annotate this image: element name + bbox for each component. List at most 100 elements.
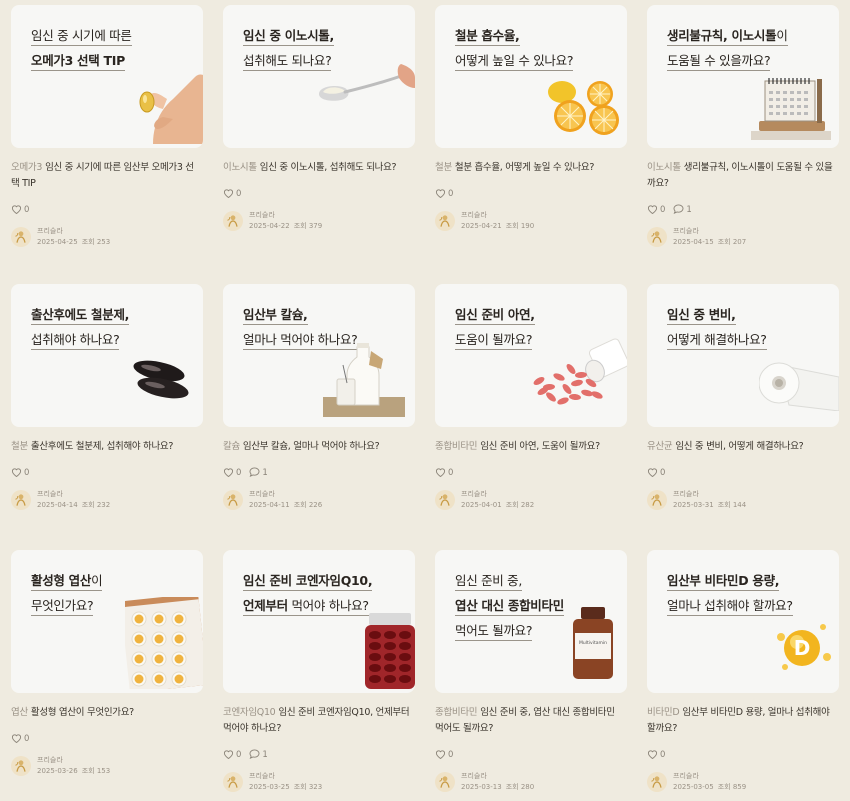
article-description[interactable]: 철분 철분 흡수율, 어떻게 높일 수 있나요? [435,160,627,176]
avatar [647,227,667,247]
author-name: 프리슬라 [461,490,487,498]
article-thumbnail[interactable]: 임신 중 시기에 따른 오메가3 선택 TIP [11,5,203,148]
heart-icon[interactable] [647,204,658,217]
thumbnail-title-line: 언제부터 먹어야 하나요? [243,593,372,618]
category-tag: 철분 [11,441,28,452]
article-description[interactable]: 코엔자임Q10 임신 준비 코엔자임Q10, 언제부터 먹어야 하나요? [223,705,415,737]
article-thumbnail[interactable]: 임신 준비 코엔자임Q10, 언제부터 먹어야 하나요? [223,550,415,693]
thumbnail-title-line: 임산부 칼슘, [243,302,357,327]
article-thumbnail[interactable]: 임산부 비타민D 용량, 얼마나 섭취해야 할까요? D [647,550,839,693]
heart-icon[interactable] [435,467,446,480]
svg-text:Multivitamin: Multivitamin [579,640,607,646]
like-count[interactable]: 0 [647,204,665,217]
views-label: 조회 [293,501,307,509]
like-count[interactable]: 0 [435,188,453,201]
article-card[interactable]: 임신 준비 중, 엽산 대신 종합비타민 먹어도 될까요? Multivitamin 종… [435,550,627,793]
article-description[interactable]: 이노시톨 임신 중 이노시톨, 섭취해도 되나요? [223,160,415,176]
article-thumbnail[interactable]: 임신 중 변비, 어떻게 해결하나요? [647,284,839,427]
thumbnail-title-line: 얼마나 섭취해야 할까요? [667,593,793,618]
article-card[interactable]: 임신 준비 코엔자임Q10, 언제부터 먹어야 하나요? 코엔자임Q10 임신 준비 … [223,550,415,793]
heart-icon[interactable] [223,188,234,201]
article-thumbnail[interactable]: 임산부 칼슘, 얼마나 먹어야 하나요? [223,284,415,427]
author-name: 프리슬라 [673,490,699,498]
article-card[interactable]: 임신 준비 아연, 도움이 될까요? 종합비타민 임신 준비 아연, 도움이 될까요?… [435,284,627,511]
article-description[interactable]: 엽산 활성형 엽산이 무엇인가요? [11,705,203,721]
views-label: 조회 [81,501,95,509]
article-card[interactable]: 생리불규칙, 이노시톨이 도움될 수 있을까요? 이노시톨 생리불규칙, 이노시톨이 … [647,5,839,248]
article-card[interactable]: 출산후에도 철분제, 섭취해야 하나요? 철분 출산후에도 철분제, 섭취해야 하나요… [11,284,203,511]
like-count[interactable]: 0 [11,204,29,217]
like-count[interactable]: 0 [223,188,241,201]
post-date: 2025-03-26 [37,767,78,775]
thumbnail-title: 임신 중 시기에 따른 오메가3 선택 TIP [31,23,132,73]
article-description[interactable]: 오메가3 임신 중 시기에 따른 임산부 오메가3 선택 TIP [11,160,203,192]
thumbnail-title-line: 활성형 엽산이 [31,568,103,593]
post-date: 2025-04-11 [249,501,290,509]
comment-count: 1 [673,203,692,217]
category-tag: 철분 [435,162,452,173]
like-count[interactable]: 0 [223,467,241,480]
heart-icon[interactable] [435,749,446,762]
author-info: 프리슬라 2025-04-22 조회 379 [249,210,322,232]
engagement-row: 01 [223,466,415,480]
thumbnail-title: 임산부 비타민D 용량, 얼마나 섭취해야 할까요? [667,568,793,618]
post-date: 2025-03-25 [249,783,290,791]
article-description[interactable]: 철분 출산후에도 철분제, 섭취해야 하나요? [11,439,203,455]
post-date: 2025-03-31 [673,501,714,509]
thumbnail-title-line: 도움될 수 있을까요? [667,48,788,73]
avatar [11,756,31,776]
heart-icon[interactable] [223,467,234,480]
thumbnail-title-line: 임산부 비타민D 용량, [667,568,793,593]
toilet-paper-roll-image [758,357,839,415]
category-tag: 엽산 [11,707,28,718]
article-card[interactable]: 임신 중 이노시톨, 섭취해도 되나요? 이노시톨 임신 중 이노시톨, 섭취해도 되… [223,5,415,232]
heart-icon[interactable] [647,749,658,762]
article-thumbnail[interactable]: 활성형 엽산이 무엇인가요? [11,550,203,693]
heart-icon[interactable] [11,733,22,746]
heart-icon[interactable] [223,749,234,762]
thumbnail-title-line: 도움이 될까요? [455,327,535,352]
author-row: 프리슬라 2025-04-15 조회 207 [647,226,839,248]
article-thumbnail[interactable]: 임신 준비 중, 엽산 대신 종합비타민 먹어도 될까요? Multivitamin [435,550,627,693]
article-card[interactable]: 임신 중 변비, 어떻게 해결하나요? 유산균 임신 중 변비, 어떻게 해결하나요?… [647,284,839,511]
article-thumbnail[interactable]: 철분 흡수율, 어떻게 높일 수 있나요? [435,5,627,148]
article-thumbnail[interactable]: 생리불규칙, 이노시톨이 도움될 수 있을까요? [647,5,839,148]
article-thumbnail[interactable]: 임신 준비 아연, 도움이 될까요? [435,284,627,427]
article-title-text: 임산부 칼슘, 얼마나 먹어야 하나요? [242,441,380,452]
views-count: 153 [96,767,111,775]
like-count[interactable]: 0 [435,467,453,480]
article-description[interactable]: 칼슘 임산부 칼슘, 얼마나 먹어야 하나요? [223,439,415,455]
article-card[interactable]: 임신 중 시기에 따른 오메가3 선택 TIP 오메가3 임신 중 시기에 따른 임산… [11,5,203,248]
author-info: 프리슬라 2025-03-31 조회 144 [673,489,746,511]
article-description[interactable]: 종합비타민 임신 준비 아연, 도움이 될까요? [435,439,627,455]
views-label: 조회 [81,767,95,775]
article-card[interactable]: 임산부 비타민D 용량, 얼마나 섭취해야 할까요? D 비타민D 임산부 비타민D 용… [647,550,839,793]
like-count[interactable]: 0 [223,749,241,762]
article-thumbnail[interactable]: 임신 중 이노시톨, 섭취해도 되나요? [223,5,415,148]
heart-icon[interactable] [11,467,22,480]
article-thumbnail[interactable]: 출산후에도 철분제, 섭취해야 하나요? [11,284,203,427]
article-description[interactable]: 종합비타민 임신 준비 중, 엽산 대신 종합비타민 먹어도 될까요? [435,705,627,737]
like-count[interactable]: 0 [435,749,453,762]
avatar [223,490,243,510]
article-description[interactable]: 비타민D 임산부 비타민D 용량, 얼마나 섭취해야 할까요? [647,705,839,737]
category-tag: 비타민D [647,707,680,718]
like-count[interactable]: 0 [11,467,29,480]
article-description[interactable]: 유산균 임신 중 변비, 어떻게 해결하나요? [647,439,839,455]
views-count: 323 [308,783,323,791]
article-card[interactable]: 활성형 엽산이 무엇인가요? 엽산 활성형 엽산이 무엇인가요? 0 프리슬라 2025-0… [11,550,203,777]
views-label: 조회 [293,783,307,791]
article-card[interactable]: 임산부 칼슘, 얼마나 먹어야 하나요? 칼슘 임산부 칼슘, 얼마나 먹어야 하나요… [223,284,415,511]
heart-icon[interactable] [647,467,658,480]
heart-icon[interactable] [11,204,22,217]
category-tag: 칼슘 [223,441,240,452]
article-title-text: 철분 흡수율, 어떻게 높일 수 있나요? [454,162,595,173]
article-card[interactable]: 철분 흡수율, 어떻게 높일 수 있나요? 철분 철분 흡수율, 어떻게 높일 수 있… [435,5,627,232]
like-count[interactable]: 0 [647,749,665,762]
heart-icon[interactable] [435,188,446,201]
like-count[interactable]: 0 [11,733,29,746]
thumbnail-title: 임신 준비 아연, 도움이 될까요? [455,302,535,352]
like-count[interactable]: 0 [647,467,665,480]
article-description[interactable]: 이노시톨 생리불규칙, 이노시톨이 도움될 수 있을까요? [647,160,839,192]
category-tag: 이노시톨 [223,162,257,173]
